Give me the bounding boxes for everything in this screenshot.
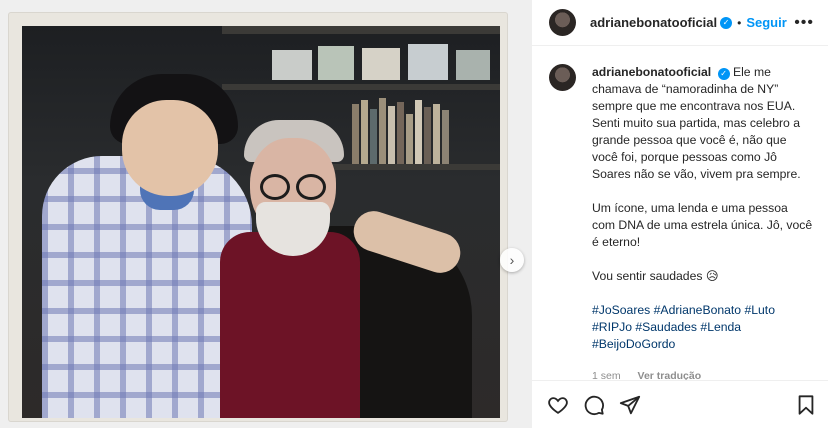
hashtag-link[interactable]: #BeijoDoGordo	[592, 337, 675, 351]
like-button[interactable]	[547, 394, 569, 416]
verified-badge-icon: ✓	[717, 67, 730, 80]
caption: adrianebonatooficial ✓ Ele me chamava de…	[592, 64, 814, 385]
heart-icon	[548, 396, 568, 414]
post-photo	[22, 26, 500, 418]
chevron-right-icon: ›	[509, 252, 515, 268]
caption-area: adrianebonatooficial ✓ Ele me chamava de…	[532, 46, 828, 385]
username-link[interactable]: adrianebonatooficial	[590, 15, 717, 30]
carousel-next-button[interactable]: ›	[500, 248, 524, 272]
glasses	[258, 174, 330, 200]
separator-dot: •	[737, 15, 742, 30]
caption-paragraph-3: Vou sentir saudades 😥	[592, 269, 719, 283]
comment-icon	[584, 395, 604, 415]
hashtag-link[interactable]: #Saudades	[635, 320, 697, 334]
bookmark-icon	[798, 394, 814, 415]
post-media: ›	[0, 0, 531, 428]
action-bar	[532, 380, 828, 428]
hashtag-link[interactable]: #AdrianeBonato	[654, 303, 741, 317]
caption-paragraph-1: Ele me chamava de “namoradinha de NY” se…	[592, 65, 801, 181]
hashtag-link[interactable]: #JoSoares	[592, 303, 650, 317]
comment-button[interactable]	[583, 394, 605, 416]
caption-username-link[interactable]: adrianebonatooficial	[592, 65, 711, 79]
caption-paragraph-2: Um ícone, uma lenda e uma pessoa com DNA…	[592, 201, 813, 249]
more-options-icon[interactable]: •••	[794, 14, 814, 32]
follow-button[interactable]: Seguir	[746, 15, 786, 30]
hashtag-link[interactable]: #Lenda	[700, 320, 741, 334]
hashtag-link[interactable]: #RIPJo	[592, 320, 632, 334]
hashtags: #JoSoares #AdrianeBonato #Luto #RIPJo #S…	[592, 302, 814, 353]
share-button[interactable]	[619, 394, 641, 416]
avatar[interactable]	[549, 9, 576, 36]
post-details-panel: adrianebonatooficial ✓ • Seguir ••• adri…	[531, 0, 828, 428]
save-button[interactable]	[795, 394, 817, 416]
caption-avatar[interactable]	[549, 64, 576, 91]
hashtag-link[interactable]: #Luto	[744, 303, 775, 317]
paper-plane-icon	[619, 395, 641, 414]
post-header: adrianebonatooficial ✓ • Seguir •••	[532, 0, 828, 46]
verified-badge-icon: ✓	[720, 16, 733, 29]
